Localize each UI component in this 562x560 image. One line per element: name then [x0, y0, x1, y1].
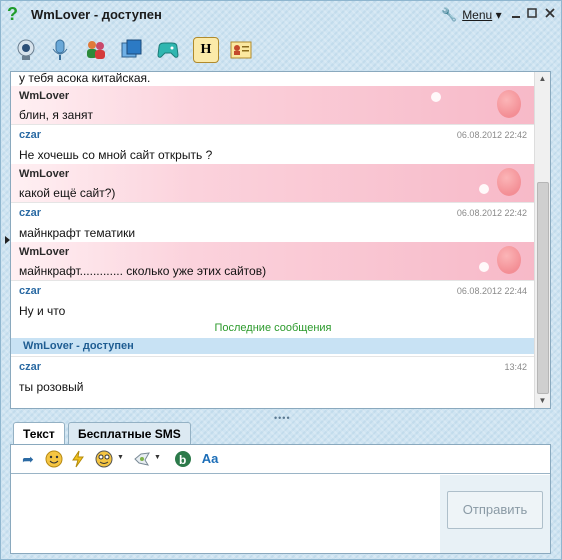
lightning-icon[interactable]: [69, 450, 87, 468]
minimize-icon: [512, 16, 520, 18]
contact-card-icon[interactable]: [228, 37, 254, 63]
file-transfer-icon[interactable]: ➦: [19, 450, 37, 468]
decoration-dot: [479, 184, 489, 194]
scroll-up-icon[interactable]: ▲: [535, 72, 550, 86]
message-timestamp: 06.08.2012 22:44: [456, 286, 527, 296]
windows-icon[interactable]: [119, 37, 145, 63]
emoticon-set-icon[interactable]: [95, 450, 113, 468]
last-messages-divider: Последние сообщения: [214, 322, 332, 334]
chat-scrollbar[interactable]: ▲ ▼: [534, 72, 550, 408]
scroll-thumb[interactable]: [537, 182, 549, 394]
chat-window: ? WmLover - доступен 🔧 Menu ▾ H у тебя а…: [0, 0, 562, 560]
message-header-partner: WmLover какой ещё сайт?): [11, 164, 535, 202]
decoration-dot: [431, 92, 441, 102]
status-line: WmLover - доступен: [11, 338, 535, 354]
message-header-self: czar 06.08.2012 22:42: [11, 202, 535, 221]
message-sender: WmLover: [19, 246, 70, 258]
format-toolbar: ➦ ▼ ▼ b Aa: [11, 445, 550, 474]
message-sender: czar: [19, 129, 42, 141]
message-sender: WmLover: [19, 90, 70, 102]
message-header-self: czar 06.08.2012 22:42: [11, 124, 535, 143]
message-text[interactable]: блин, я занят: [19, 108, 93, 122]
send-area: Отправить: [440, 475, 550, 553]
wrench-icon: 🔧: [441, 7, 458, 22]
balloon-decoration: [497, 90, 521, 118]
message-input[interactable]: [13, 475, 441, 553]
message-sender: czar: [19, 285, 42, 297]
status-question-icon: ?: [7, 4, 18, 24]
contacts-icon[interactable]: [83, 37, 109, 63]
microphone-icon[interactable]: [47, 37, 73, 63]
input-panel: ➦ ▼ ▼ b Aa Отправить: [10, 444, 551, 554]
message-sender: WmLover: [19, 168, 70, 180]
bold-b-icon[interactable]: b: [174, 450, 192, 468]
send-button[interactable]: Отправить: [447, 491, 543, 529]
decoration-dot: [479, 262, 489, 272]
message-text[interactable]: какой ещё сайт?): [19, 186, 115, 200]
message-sender: czar: [19, 207, 42, 219]
scroll-down-icon[interactable]: ▼: [535, 394, 550, 408]
message-timestamp: 06.08.2012 22:42: [456, 130, 527, 140]
message-header-self: czar 06.08.2012 22:44: [11, 280, 535, 299]
tab-text[interactable]: Текст: [13, 422, 65, 445]
menu-label: Menu: [462, 8, 493, 22]
message-sender: czar: [19, 361, 42, 373]
tab-free-sms[interactable]: Бесплатные SMS: [68, 422, 191, 444]
maximize-button[interactable]: [523, 5, 541, 23]
balloon-decoration: [497, 168, 521, 196]
h-icon[interactable]: H: [193, 37, 219, 63]
message-timestamp: 13:42: [504, 362, 527, 372]
message-timestamp: 06.08.2012 22:42: [456, 208, 527, 218]
maximize-icon: [527, 8, 537, 18]
partial-message-text: у тебя асока китайская.: [19, 71, 151, 85]
font-style-icon[interactable]: Aa: [201, 450, 219, 468]
chat-history[interactable]: у тебя асока китайская. WmLover блин, я …: [10, 71, 551, 409]
title-bar[interactable]: ? WmLover - доступен 🔧 Menu ▾: [1, 1, 561, 29]
close-button[interactable]: [541, 5, 559, 23]
status-text: WmLover - доступен: [23, 340, 134, 352]
smiley-icon[interactable]: [45, 450, 63, 468]
message-header-partner: WmLover майнкрафт............. сколько у…: [11, 242, 535, 280]
close-icon: [545, 8, 555, 18]
chevron-down-icon: ▾: [495, 8, 502, 22]
message-text[interactable]: майнкрафт............. сколько уже этих …: [19, 264, 266, 278]
message-text[interactable]: майнкрафт тематики: [19, 226, 135, 240]
message-header-partner: WmLover блин, я занят: [11, 86, 535, 124]
balloon-decoration: [497, 246, 521, 274]
send-button-label: Отправить: [462, 502, 528, 517]
wink-icon[interactable]: [133, 450, 151, 468]
svg-text:b: b: [179, 453, 186, 467]
splitter-grip[interactable]: ••••: [274, 413, 291, 423]
message-header-self: czar 13:42: [11, 356, 535, 375]
chevron-down-icon[interactable]: ▼: [154, 454, 161, 461]
current-message-marker-icon: [5, 236, 10, 244]
window-title: WmLover - доступен: [31, 7, 162, 22]
message-text[interactable]: Ну и что: [19, 304, 65, 318]
message-text[interactable]: ты розовый: [19, 380, 83, 394]
message-text[interactable]: Не хочешь со мной сайт открыть ?: [19, 148, 212, 162]
chevron-down-icon[interactable]: ▼: [117, 454, 124, 461]
gamepad-icon[interactable]: [155, 37, 181, 63]
menu-button[interactable]: 🔧 Menu ▾: [441, 7, 502, 23]
webcam-icon[interactable]: [13, 37, 39, 63]
message-list: у тебя асока китайская. WmLover блин, я …: [11, 72, 535, 408]
